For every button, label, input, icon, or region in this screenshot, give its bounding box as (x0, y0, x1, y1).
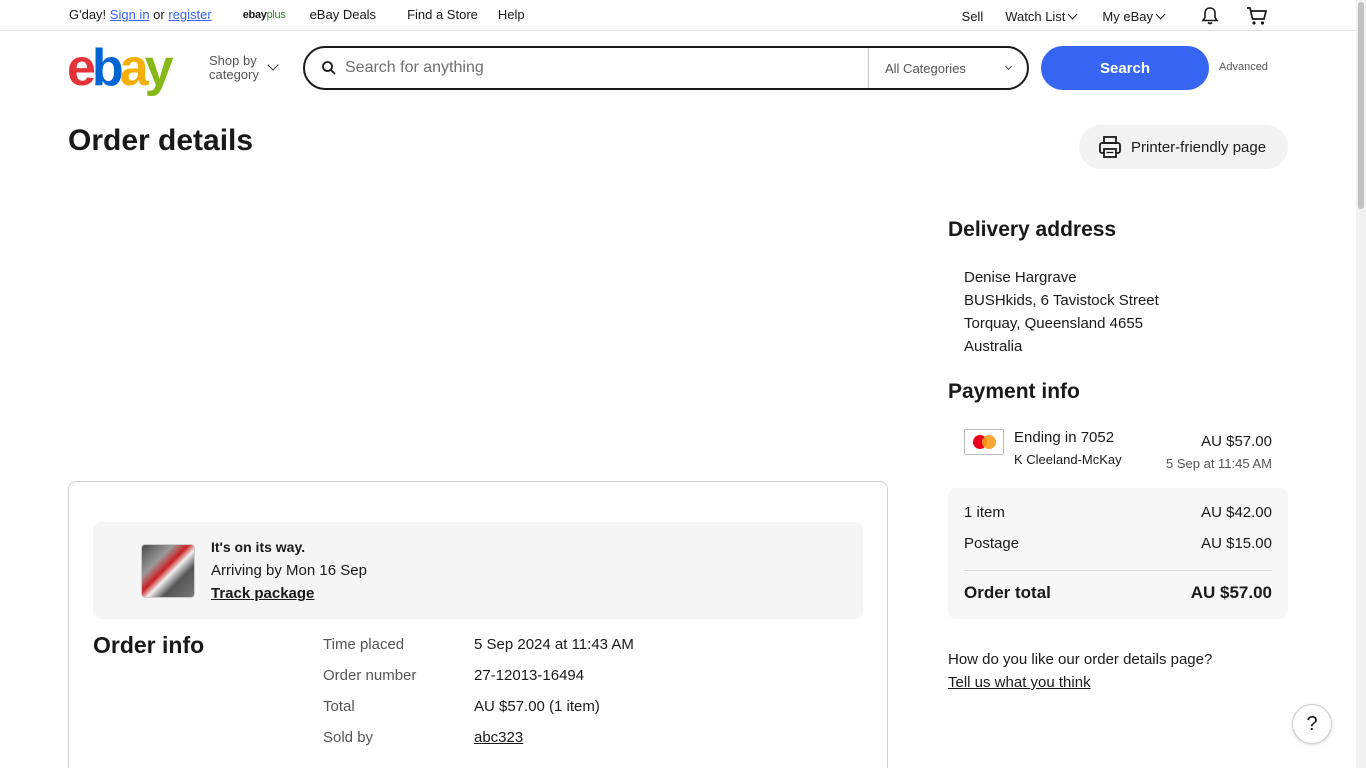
account-area: Sell Watch List My eBay (936, 6, 1268, 26)
search-bar: All Categories (303, 46, 1029, 90)
plus-word: plus (266, 8, 286, 21)
my-ebay-label: My eBay (1102, 8, 1153, 24)
feedback-link[interactable]: Tell us what you think (948, 674, 1091, 691)
question-mark-icon: ? (1306, 712, 1318, 735)
arrival-estimate: Arriving by Mon 16 Sep (211, 562, 367, 579)
logo-letter-e: e (67, 39, 96, 97)
feedback-question: How do you like our order details page? (948, 651, 1213, 668)
payment-date: 5 Sep at 11:45 AM (1166, 456, 1272, 471)
help-link[interactable]: Help (498, 7, 525, 22)
printer-friendly-button[interactable]: Printer-friendly page (1079, 125, 1288, 169)
delivery-address: Denise Hargrave BUSHkids, 6 Tavistock St… (964, 266, 1159, 358)
order-info-heading: Order info (93, 632, 205, 658)
advanced-search-link[interactable]: Advanced (1219, 61, 1268, 73)
cardholder-name: K Cleeland-McKay (1014, 452, 1122, 467)
chevron-down-icon (1004, 62, 1013, 71)
search-input[interactable] (345, 56, 860, 80)
order-number-value: 27-12013-16494 (474, 667, 585, 684)
help-button[interactable]: ? (1292, 704, 1332, 744)
items-value: AU $42.00 (1201, 504, 1272, 521)
total-label: Total (323, 698, 355, 715)
watch-list-menu[interactable]: Watch List (1005, 8, 1078, 24)
search-divider (868, 48, 869, 88)
search-icon (321, 60, 337, 81)
order-total-value: AU $57.00 (1190, 583, 1272, 602)
shipment-status-panel: It's on its way. Arriving by Mon 16 Sep … (93, 522, 863, 619)
card-ending: Ending in 7052 (1014, 429, 1115, 446)
watch-list-label: Watch List (1005, 8, 1066, 24)
scrollbar-thumb[interactable] (1358, 2, 1364, 209)
greeting-area: G'day! Sign in or register ebayplus eBay… (69, 7, 525, 22)
category-label: category (209, 67, 259, 82)
sell-label: Sell (961, 8, 984, 24)
status-title: It's on its way. (211, 539, 306, 555)
ebay-deals-link[interactable]: eBay Deals (310, 7, 376, 22)
address-line: Torquay, Queensland 4655 (964, 315, 1144, 332)
logo-letter-a: a (119, 39, 149, 97)
printer-friendly-label: Printer-friendly page (1131, 138, 1267, 156)
sign-in-link[interactable]: Sign in (110, 7, 150, 22)
ebay-plus-word: ebay (242, 8, 267, 21)
search-button[interactable]: Search (1041, 46, 1209, 90)
address-line: Australia (964, 338, 1023, 355)
chevron-down-icon (1155, 9, 1166, 19)
order-card: It's on its way. Arriving by Mon 16 Sep … (68, 481, 888, 768)
category-select[interactable]: All Categories (885, 61, 966, 76)
summary-divider (964, 570, 1272, 571)
items-row: 1 item AU $42.00 (964, 504, 1272, 521)
sell-link[interactable]: Sell (962, 9, 984, 24)
postage-label: Postage (964, 535, 1020, 552)
address-line: BUSHkids, 6 Tavistock Street (964, 292, 1159, 309)
order-total-row: Order total AU $57.00 (964, 583, 1272, 603)
page-title: Order details (68, 124, 254, 157)
shop-by-label: Shop by (209, 53, 257, 68)
ebay-plus-link[interactable]: ebayplus (243, 9, 286, 21)
top-utility-bar: G'day! Sign in or register ebayplus eBay… (0, 0, 1356, 31)
ebay-logo[interactable]: ebay (67, 42, 174, 94)
greeting-text: G'day! (69, 7, 107, 22)
total-value: AU $57.00 (1 item) (474, 698, 600, 715)
vertical-scrollbar[interactable] (1356, 0, 1366, 768)
order-summary: 1 item AU $42.00 Postage AU $15.00 Order… (948, 488, 1288, 619)
find-store-link[interactable]: Find a Store (407, 7, 478, 22)
or-text: or (153, 7, 165, 22)
cart-icon[interactable] (1246, 6, 1268, 26)
postage-value: AU $15.00 (1201, 535, 1272, 552)
payment-info-heading: Payment info (948, 380, 1080, 403)
items-label: 1 item (964, 504, 1005, 521)
track-package-link[interactable]: Track package (211, 585, 314, 602)
delivery-address-heading: Delivery address (948, 218, 1117, 241)
sold-by-label: Sold by (323, 729, 374, 746)
my-ebay-menu[interactable]: My eBay (1102, 8, 1166, 24)
time-placed-value: 5 Sep 2024 at 11:43 AM (474, 636, 634, 653)
notification-bell-icon[interactable] (1200, 6, 1220, 26)
postage-row: Postage AU $15.00 (964, 535, 1272, 552)
item-thumbnail[interactable] (141, 544, 195, 598)
logo-letter-b: b (91, 39, 124, 97)
register-link[interactable]: register (168, 7, 211, 22)
address-line: Denise Hargrave (964, 269, 1077, 286)
shop-by-category-button[interactable]: Shop by category (209, 54, 259, 82)
mastercard-icon (964, 429, 1004, 455)
order-number-label: Order number (323, 667, 417, 684)
time-placed-label: Time placed (323, 636, 405, 653)
payment-amount: AU $57.00 (1201, 433, 1272, 450)
order-total-label: Order total (964, 583, 1051, 602)
seller-link[interactable]: abc323 (474, 729, 523, 746)
chevron-down-icon (267, 59, 279, 71)
logo-letter-y: y (144, 39, 174, 97)
printer-icon (1099, 136, 1121, 158)
chevron-down-icon (1067, 9, 1078, 19)
